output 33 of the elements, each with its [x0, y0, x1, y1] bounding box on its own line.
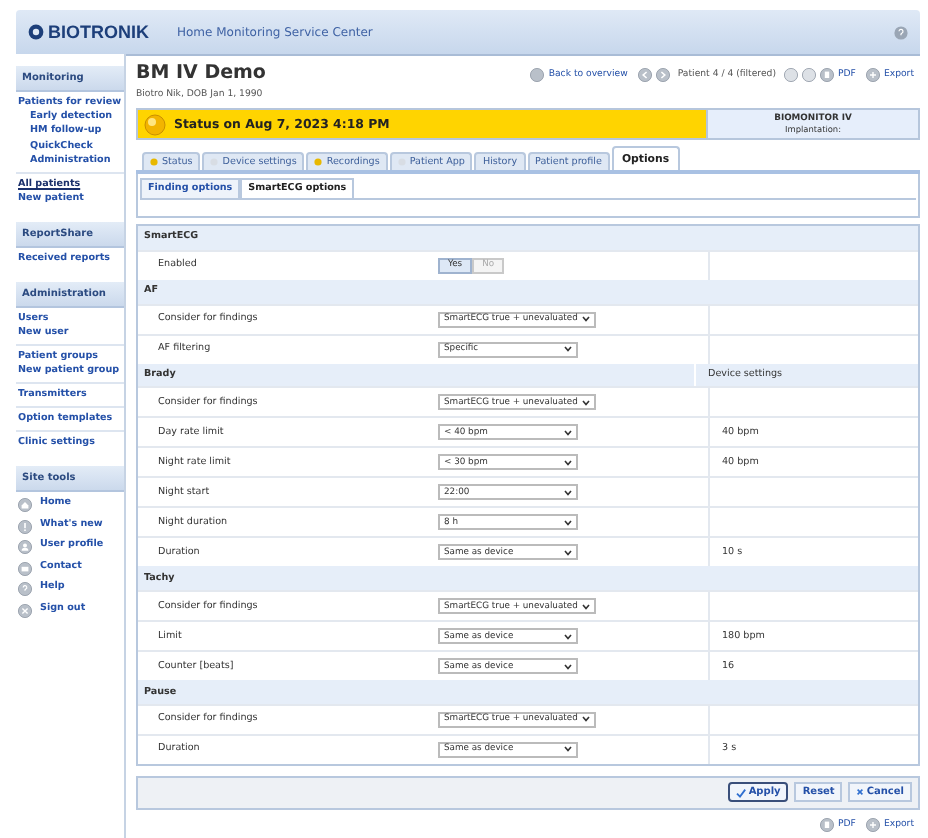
alert-icon [144, 113, 166, 135]
document-icon[interactable] [820, 68, 834, 82]
patient-name: BM IV Demo [136, 62, 266, 84]
chevron-icon [564, 663, 572, 670]
chevron-icon [564, 549, 572, 556]
chevron-icon [564, 519, 572, 526]
chevron-icon [564, 346, 572, 353]
envelope-icon[interactable] [18, 561, 32, 576]
previous-icon[interactable] [637, 68, 652, 82]
help-icon[interactable] [18, 582, 32, 597]
person-icon[interactable] [18, 540, 32, 555]
chevron-icon [582, 399, 590, 406]
chevron-icon [582, 316, 590, 323]
chevron-icon [564, 489, 572, 496]
logo-icon [28, 24, 44, 40]
circle-icon[interactable] [530, 68, 545, 82]
cross-icon[interactable] [18, 603, 32, 618]
next-icon[interactable] [655, 68, 670, 82]
chevron-icon [564, 746, 572, 753]
chevron-icon [582, 716, 590, 723]
document-icon[interactable] [820, 817, 834, 832]
plus-icon[interactable] [865, 68, 880, 82]
logo-text: BIOTRONIK [48, 22, 149, 42]
home-icon[interactable] [18, 498, 32, 513]
cross-icon [856, 788, 865, 797]
plus-icon[interactable] [865, 817, 880, 832]
chevron-icon [564, 633, 572, 640]
chevron-icon [564, 459, 572, 466]
check-icon [736, 787, 747, 798]
exclamation-icon[interactable] [18, 519, 32, 534]
help-icon[interactable] [894, 25, 908, 39]
chevron-icon [582, 603, 590, 610]
chevron-icon [564, 429, 572, 436]
